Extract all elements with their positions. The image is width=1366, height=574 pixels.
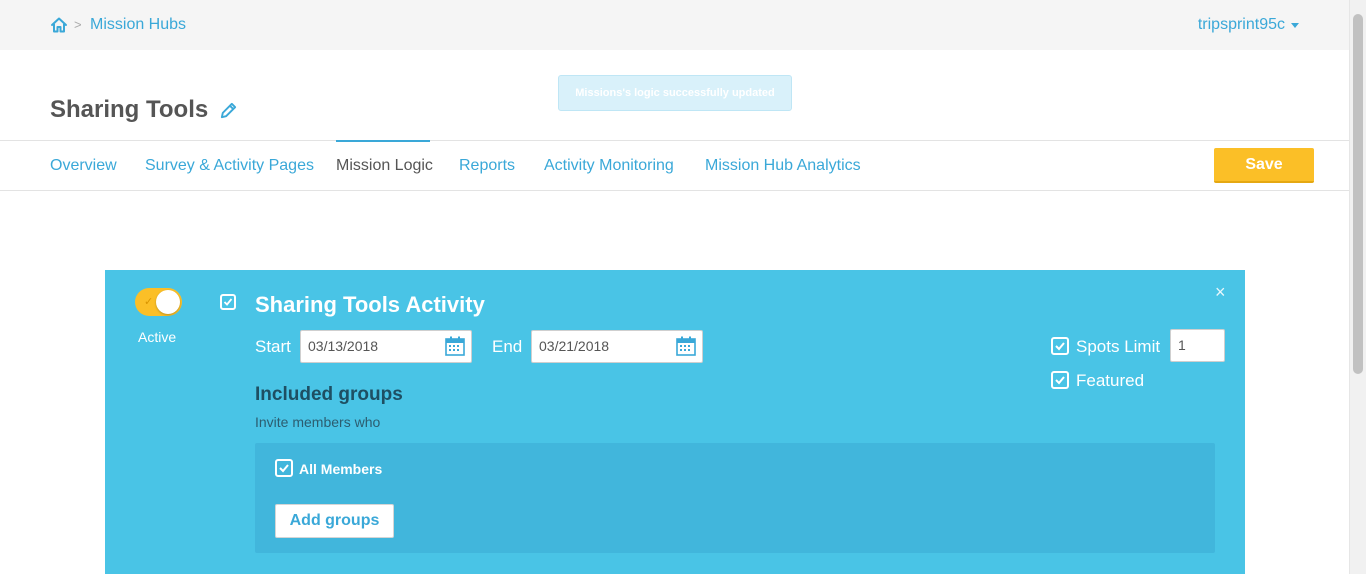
groups-panel: All Members Add groups	[255, 443, 1215, 553]
pencil-icon[interactable]	[219, 101, 238, 120]
tab-activity-monitoring[interactable]: Activity Monitoring	[544, 157, 674, 175]
tab-reports[interactable]: Reports	[459, 157, 515, 175]
breadcrumb-mission-hubs[interactable]: Mission Hubs	[90, 16, 186, 34]
end-date-value: 03/21/2018	[539, 338, 610, 354]
user-menu[interactable]: tripsprint95c	[1198, 16, 1299, 34]
tab-survey-activity-pages[interactable]: Survey & Activity Pages	[145, 157, 314, 175]
page-title: Sharing Tools	[50, 96, 209, 123]
chevron-down-icon	[1291, 22, 1299, 28]
active-tab-indicator	[336, 140, 430, 142]
start-date-value: 03/13/2018	[308, 338, 379, 354]
end-label: End	[492, 337, 523, 356]
all-members-checkbox[interactable]	[275, 459, 293, 477]
checkmark-icon	[1055, 376, 1065, 385]
tab-mission-hub-analytics[interactable]: Mission Hub Analytics	[705, 157, 861, 175]
active-toggle[interactable]: ✓	[135, 288, 182, 316]
calendar-icon[interactable]	[444, 335, 466, 357]
breadcrumb-separator: >	[74, 17, 82, 32]
user-name: tripsprint95c	[1197, 16, 1285, 33]
tab-overview[interactable]: Overview	[50, 157, 117, 175]
scrollbar[interactable]	[1349, 0, 1366, 574]
checkmark-icon	[223, 298, 233, 306]
spots-limit-checkbox[interactable]	[1051, 337, 1069, 355]
scrollbar-thumb[interactable]	[1353, 14, 1363, 374]
top-bar: > Mission Hubs tripsprint95c	[0, 0, 1349, 50]
all-members-label: All Members	[299, 461, 383, 477]
save-button[interactable]: Save	[1214, 148, 1314, 183]
add-groups-button[interactable]: Add groups	[275, 504, 394, 538]
included-groups-heading: Included groups	[255, 384, 403, 405]
spots-limit-input[interactable]: 1	[1170, 329, 1225, 362]
tab-mission-logic[interactable]: Mission Logic	[336, 157, 433, 175]
included-groups-subtitle: Invite members who	[255, 414, 381, 430]
featured-checkbox[interactable]	[1051, 371, 1069, 389]
start-label: Start	[255, 337, 291, 356]
toggle-knob	[156, 290, 180, 314]
calendar-icon[interactable]	[675, 335, 697, 357]
activity-card: ✓ Active Sharing Tools Activity × Start …	[105, 270, 1245, 574]
featured-label: Featured	[1076, 371, 1145, 390]
checkmark-icon	[1055, 342, 1065, 351]
end-date-input[interactable]: 03/21/2018	[531, 330, 703, 363]
check-icon: ✓	[144, 296, 154, 308]
spots-limit-label: Spots Limit	[1076, 337, 1161, 356]
active-label: Active	[138, 329, 177, 345]
activity-enabled-checkbox[interactable]	[220, 294, 236, 310]
checkmark-icon	[279, 464, 289, 473]
home-icon[interactable]	[50, 16, 68, 34]
success-toast: Missions's logic successfully updated	[558, 75, 792, 111]
tabs-divider-top	[0, 140, 1349, 141]
close-icon[interactable]: ×	[1215, 282, 1226, 303]
activity-title: Sharing Tools Activity	[255, 292, 485, 317]
start-date-input[interactable]: 03/13/2018	[300, 330, 472, 363]
tabs-divider-bottom	[0, 190, 1349, 191]
